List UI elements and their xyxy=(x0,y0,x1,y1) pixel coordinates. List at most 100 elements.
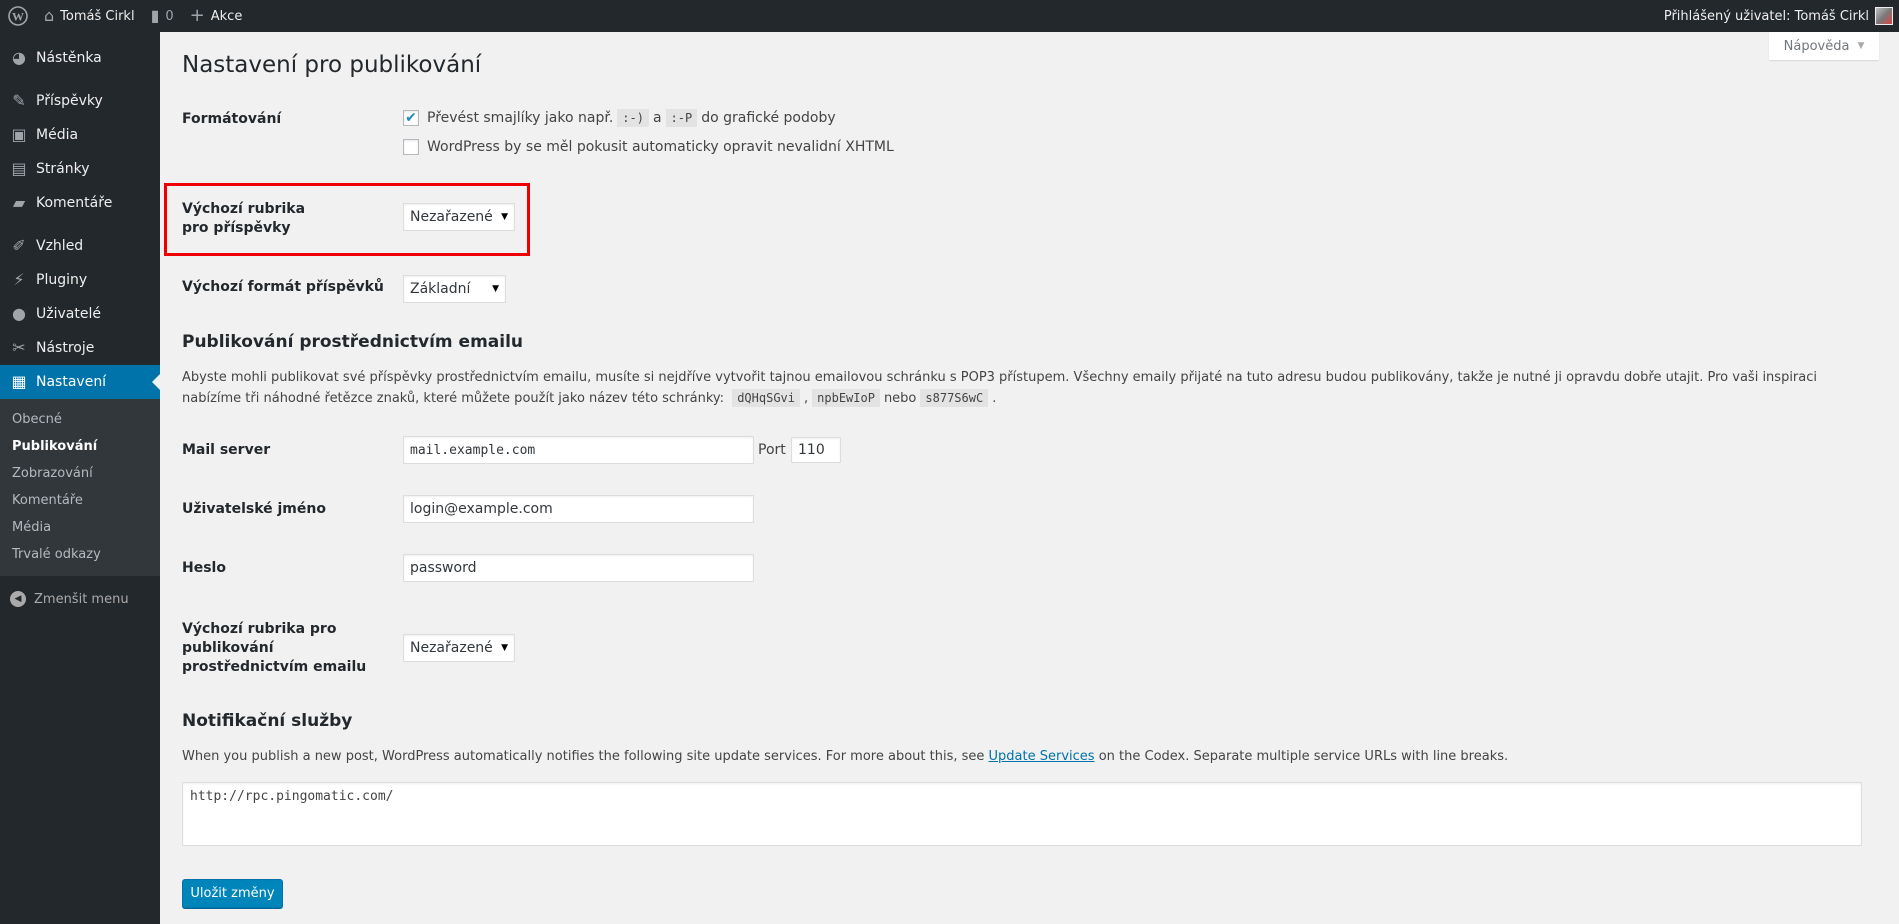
username-label: Uživatelské jméno xyxy=(182,501,326,517)
comment-bubble-icon: ▮ xyxy=(150,6,160,25)
submenu-item-general[interactable]: Obecné xyxy=(0,406,160,433)
password-input[interactable]: password xyxy=(403,554,754,582)
pin-icon: ✎ xyxy=(12,91,26,110)
submenu-item-reading[interactable]: Zobrazování xyxy=(0,460,160,487)
save-button[interactable]: Uložit změny xyxy=(182,879,283,908)
default-format-label: Výchozí formát příspěvků xyxy=(182,279,384,295)
menu-item-posts[interactable]: ✎ Příspěvky xyxy=(0,84,160,118)
menu-item-media[interactable]: ▣ Média xyxy=(0,118,160,152)
input-value: password xyxy=(410,560,477,576)
dashboard-icon: ◕ xyxy=(12,48,26,67)
submenu-item-media[interactable]: Média xyxy=(0,514,160,541)
select-value: Základní xyxy=(410,281,471,297)
comments-count: 0 xyxy=(165,8,174,24)
smiley-code: :-P xyxy=(665,109,698,127)
email-section-title: Publikování prostřednictvím emailu xyxy=(182,332,524,352)
option-text: do grafické podoby xyxy=(701,110,836,126)
option-text: Převést smajlíky jako např. xyxy=(427,110,614,126)
plus-icon: + xyxy=(189,5,205,26)
collapse-label: Zmenšit menu xyxy=(34,591,129,607)
formatting-fields: ✔ Převést smajlíky jako např. :-) a :-P … xyxy=(403,109,894,155)
my-account-link[interactable]: Přihlášený uživatel: Tomáš Cirkl xyxy=(1656,0,1899,32)
home-icon: ⌂ xyxy=(44,6,55,25)
mail-category-label: Výchozí rubrika pro publikování prostřed… xyxy=(182,621,367,675)
balance-tags-option: WordPress by se měl pokusit automaticky … xyxy=(403,139,894,155)
menu-label: Stránky xyxy=(36,161,90,177)
option-text: a xyxy=(652,110,662,126)
menu-item-settings[interactable]: ▦ Nastavení xyxy=(0,365,160,399)
mail-server-input[interactable]: mail.example.com xyxy=(403,436,754,464)
comments-link[interactable]: ▮ 0 xyxy=(143,0,182,32)
page-title: Nastavení pro publikování xyxy=(182,52,482,78)
collapse-arrow-icon: ◀ xyxy=(10,591,26,607)
dropdown-arrow-icon: ▼ xyxy=(501,643,508,653)
menu-label: Komentáře xyxy=(36,195,113,211)
balance-tags-checkbox[interactable] xyxy=(403,139,419,155)
menu-item-plugins[interactable]: ⚡ Pluginy xyxy=(0,263,160,297)
plugin-icon: ⚡ xyxy=(13,270,25,289)
random-string: s877S6wC xyxy=(920,389,989,407)
ping-sites-textarea[interactable]: http://rpc.pingomatic.com/ xyxy=(182,782,1862,846)
mail-server-label: Mail server xyxy=(182,442,271,458)
description-text: on the Codex. Separate multiple service … xyxy=(1098,749,1509,764)
mail-category-select[interactable]: Nezařazené ▼ xyxy=(403,634,515,662)
select-value: Nezařazené xyxy=(410,640,493,656)
ping-section-description: When you publish a new post, WordPress a… xyxy=(182,747,1872,767)
pages-icon: ▤ xyxy=(11,159,27,178)
admin-bar: W ⌂ Tomáš Cirkl ▮ 0 + Akce Přihlášený už… xyxy=(0,0,1899,32)
description-text: nebo xyxy=(883,391,917,406)
menu-label: Uživatelé xyxy=(36,306,101,322)
input-value: mail.example.com xyxy=(410,442,536,458)
input-value: login@example.com xyxy=(410,501,553,517)
settings-icon: ▦ xyxy=(11,372,27,391)
menu-label: Nastavení xyxy=(36,374,107,390)
port-label: Port xyxy=(758,442,786,458)
collapse-menu-button[interactable]: ◀ Zmenšit menu xyxy=(0,582,160,616)
menu-item-dashboard[interactable]: ◕ Nástěnka xyxy=(0,41,160,75)
submenu-item-writing[interactable]: Publikování xyxy=(0,433,160,460)
menu-item-appearance[interactable]: ✐ Vzhled xyxy=(0,229,160,263)
media-icon: ▣ xyxy=(11,125,27,144)
update-services-link[interactable]: Update Services xyxy=(989,749,1095,764)
dropdown-arrow-icon: ▼ xyxy=(501,212,508,222)
port-input[interactable]: 110 xyxy=(791,437,841,463)
submenu-item-discussion[interactable]: Komentáře xyxy=(0,487,160,514)
menu-label: Pluginy xyxy=(36,272,88,288)
smiley-code: :-) xyxy=(617,109,649,127)
user-icon: ● xyxy=(12,304,26,323)
brush-icon: ✐ xyxy=(12,236,26,255)
input-value: 110 xyxy=(798,442,825,458)
checkmark-icon: ✔ xyxy=(405,110,417,126)
new-content-link[interactable]: + Akce xyxy=(182,0,251,32)
password-label: Heslo xyxy=(182,560,226,576)
wrench-icon: ✂ xyxy=(12,338,26,357)
email-section-description: Abyste mohli publikovat své příspěvky pr… xyxy=(182,370,1817,407)
menu-label: Vzhled xyxy=(36,238,84,254)
random-string: npbEwIoP xyxy=(812,389,880,407)
default-format-select[interactable]: Základní ▼ xyxy=(403,275,506,303)
avatar xyxy=(1875,7,1893,25)
select-value: Nezařazené xyxy=(410,209,493,225)
random-string: dQHqSGvi xyxy=(732,389,800,407)
menu-item-tools[interactable]: ✂ Nástroje xyxy=(0,331,160,365)
submenu-item-permalinks[interactable]: Trvalé odkazy xyxy=(0,541,160,568)
site-name-link[interactable]: ⌂ Tomáš Cirkl xyxy=(36,0,143,32)
convert-smilies-checkbox[interactable]: ✔ xyxy=(403,110,419,126)
svg-text:W: W xyxy=(12,10,24,24)
admin-menu: ◕ Nástěnka ✎ Příspěvky ▣ Média ▤ Stránky ▰ Ko… xyxy=(0,32,160,924)
new-content-label: Akce xyxy=(210,8,243,24)
default-category-select[interactable]: Nezařazené ▼ xyxy=(403,203,515,231)
help-tab-button[interactable]: Nápověda ▼ xyxy=(1769,32,1879,60)
menu-label: Nástěnka xyxy=(36,50,102,66)
menu-item-pages[interactable]: ▤ Stránky xyxy=(0,152,160,186)
menu-label: Příspěvky xyxy=(36,93,103,109)
site-name: Tomáš Cirkl xyxy=(60,8,135,24)
username-input[interactable]: login@example.com xyxy=(403,495,754,523)
formatting-label: Formátování xyxy=(182,111,282,127)
option-text: WordPress by se měl pokusit automaticky … xyxy=(427,139,894,155)
menu-item-users[interactable]: ● Uživatelé xyxy=(0,297,160,331)
menu-label: Nástroje xyxy=(36,340,95,356)
wordpress-logo-icon[interactable]: W xyxy=(0,0,36,32)
textarea-value: http://rpc.pingomatic.com/ xyxy=(190,789,394,804)
menu-item-comments[interactable]: ▰ Komentáře xyxy=(0,186,160,220)
